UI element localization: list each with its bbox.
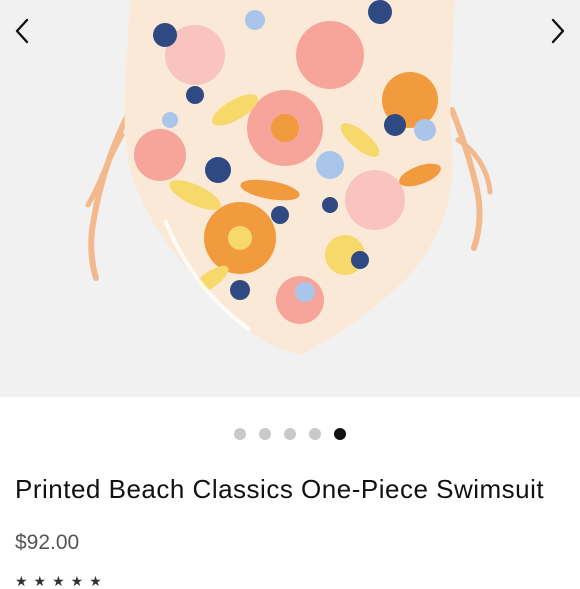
rating-stars: ★★★★★ — [15, 573, 108, 589]
product-image — [85, 0, 493, 355]
chevron-right-icon — [551, 18, 565, 44]
pagination-dot[interactable] — [259, 428, 271, 440]
pagination-dot-active[interactable] — [334, 428, 346, 440]
product-title: Printed Beach Classics One-Piece Swimsui… — [15, 474, 545, 504]
previous-image-button[interactable] — [5, 14, 39, 48]
product-image-gallery[interactable] — [0, 0, 580, 397]
chevron-left-icon — [15, 18, 29, 44]
product-price: $92.00 — [15, 531, 80, 554]
pagination-dot[interactable] — [234, 428, 246, 440]
pagination-dot[interactable] — [284, 428, 296, 440]
next-image-button[interactable] — [541, 14, 575, 48]
pagination-dot[interactable] — [309, 428, 321, 440]
gallery-pagination — [0, 427, 580, 441]
